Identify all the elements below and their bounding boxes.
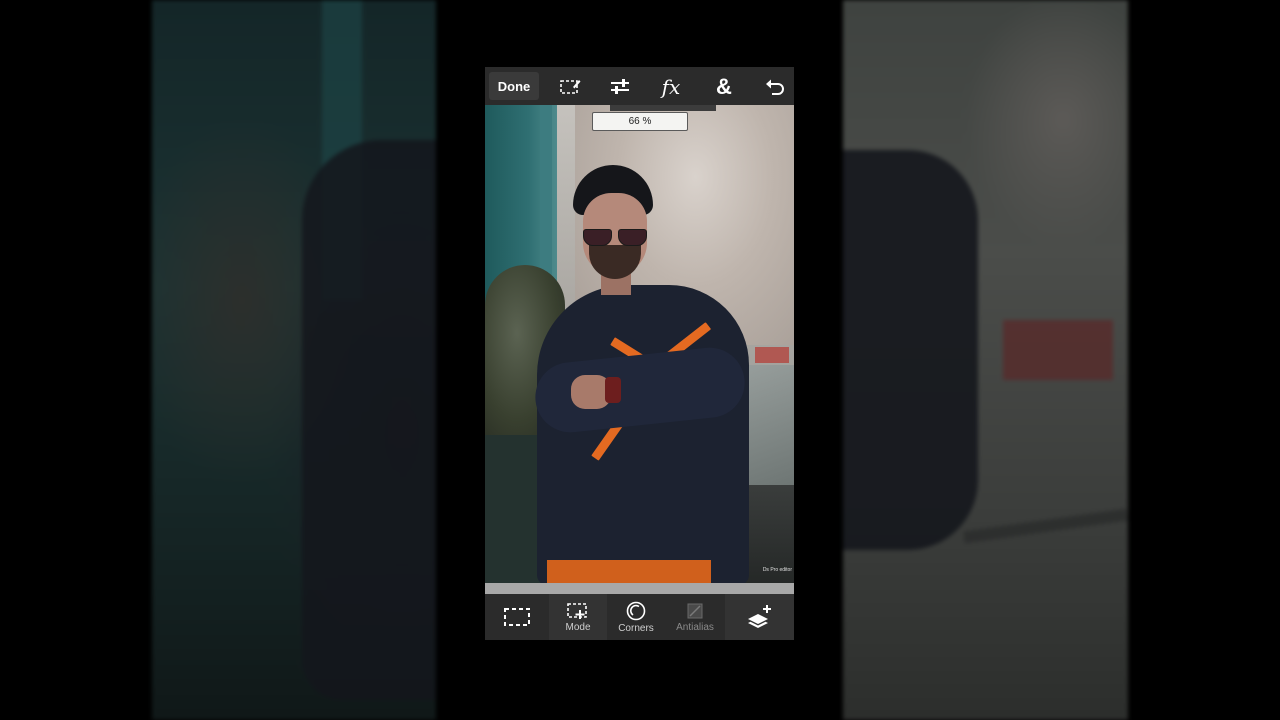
person-watch — [605, 377, 621, 403]
background-blur-shape — [1003, 320, 1113, 380]
watermark-text: Ds Pro editor — [762, 567, 792, 573]
corners-button[interactable]: Corners — [609, 594, 663, 640]
blurred-background-left — [152, 0, 436, 720]
corners-icon — [626, 601, 646, 620]
background-blur-shape — [962, 508, 1129, 544]
image-canvas[interactable]: Ds Pro editor — [485, 105, 794, 583]
antialias-icon — [687, 603, 703, 618]
rect-select-button[interactable] — [497, 594, 537, 640]
bottom-toolbar: Mode Corners Antialias — [485, 594, 794, 640]
canvas-scroll-strip[interactable] — [485, 583, 794, 594]
done-button[interactable]: Done — [489, 72, 539, 100]
undo-icon[interactable] — [762, 74, 788, 100]
person-shirt — [537, 285, 749, 583]
person-sunglasses — [583, 229, 647, 246]
blurred-background-right — [843, 0, 1129, 720]
mode-label: Mode — [565, 621, 591, 633]
blend-icon[interactable]: & — [711, 74, 737, 100]
add-selection-icon — [567, 602, 587, 619]
selection-edit-icon[interactable] — [557, 74, 583, 100]
person-pants — [547, 560, 711, 583]
zoom-indicator-tab — [610, 105, 716, 111]
antialias-label: Antialias — [676, 621, 714, 633]
add-layer-icon — [747, 605, 771, 628]
fx-icon[interactable]: fx — [658, 74, 684, 100]
mode-button[interactable]: Mode — [549, 594, 607, 640]
antialias-button[interactable]: Antialias — [667, 594, 723, 640]
photo-planter — [485, 435, 545, 583]
zoom-level-badge: 66 % — [592, 112, 688, 131]
adjustments-icon[interactable] — [607, 74, 633, 100]
top-toolbar: Done fx & — [485, 67, 794, 105]
photo-red-object — [755, 347, 789, 363]
add-layer-button[interactable] — [725, 594, 794, 640]
rect-select-icon — [504, 608, 530, 626]
photo-editor-app: Done fx & Ds Pro editor 66 % Mode Corner… — [485, 67, 794, 640]
corners-label: Corners — [618, 622, 654, 634]
background-blur-shape — [843, 150, 978, 550]
background-blur-shape — [302, 140, 436, 700]
